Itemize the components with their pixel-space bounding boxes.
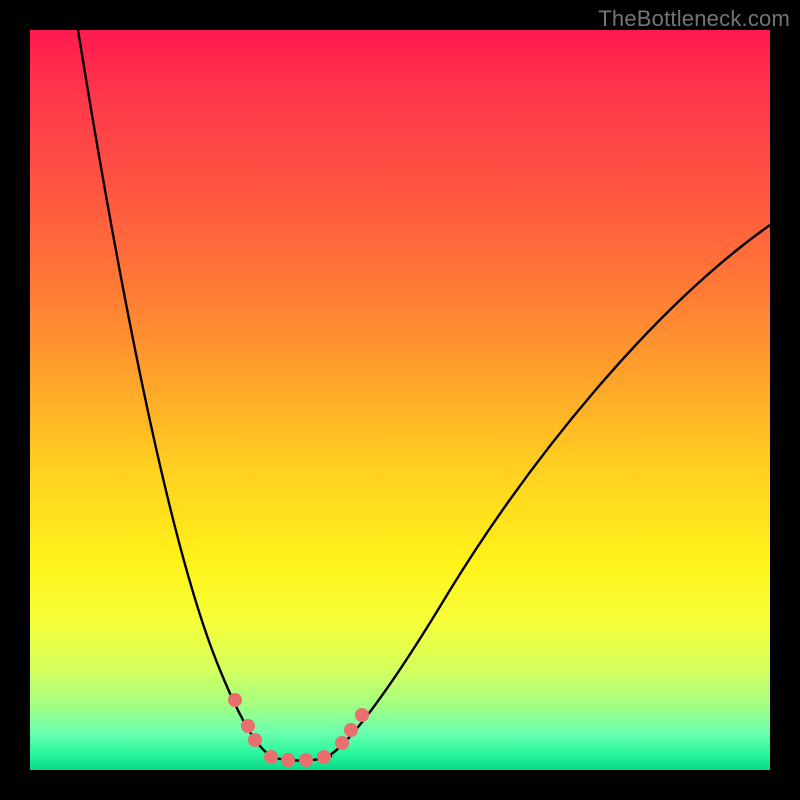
dot [299, 753, 313, 767]
chart-stage: TheBottleneck.com [0, 0, 800, 800]
dot [335, 736, 349, 750]
dot [264, 750, 278, 764]
curve-group [78, 30, 770, 761]
dot [344, 723, 358, 737]
dot [241, 719, 255, 733]
dots-group [228, 693, 369, 767]
dot [228, 693, 242, 707]
dot [281, 753, 295, 767]
dot [248, 733, 262, 747]
left-curve [78, 30, 270, 755]
watermark-text: TheBottleneck.com [598, 6, 790, 32]
plot-area [30, 30, 770, 770]
dot [355, 708, 369, 722]
right-curve [330, 225, 770, 755]
curve-layer [30, 30, 770, 770]
dot [317, 750, 331, 764]
